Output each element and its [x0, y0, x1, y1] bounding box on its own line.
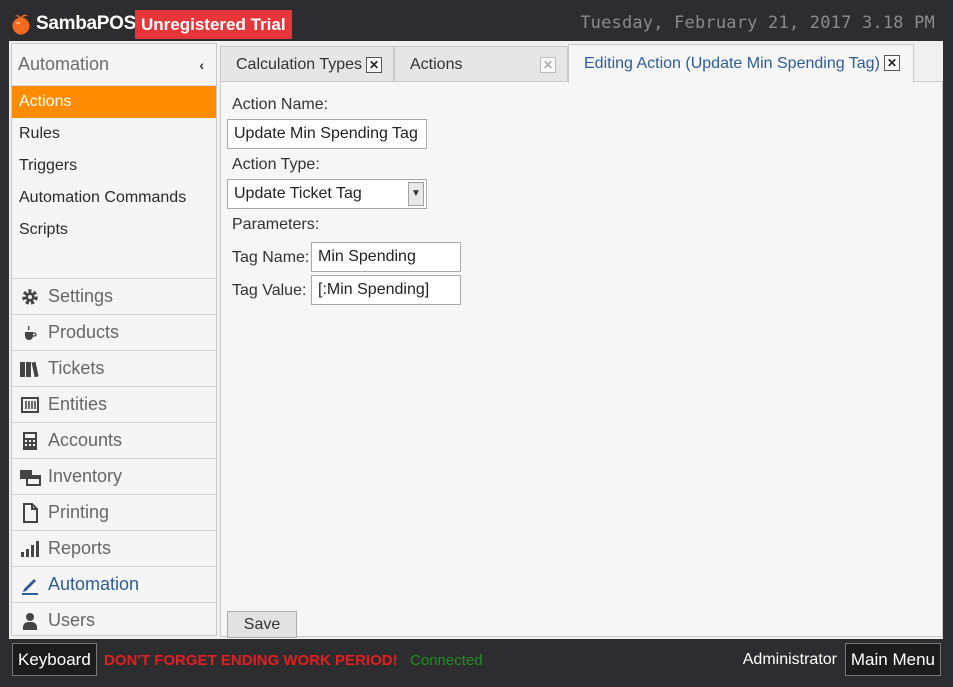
- connection-status: Connected: [410, 652, 483, 669]
- edit-action-panel: Action Name: Update Min Spending Tag Act…: [220, 81, 943, 638]
- grid-icon: [19, 394, 41, 416]
- nav-item-label: Printing: [48, 502, 110, 522]
- nav-item-settings[interactable]: Settings: [12, 278, 216, 314]
- close-icon[interactable]: ✕: [366, 57, 382, 73]
- current-user: Administrator: [742, 651, 837, 668]
- current-datetime: Tuesday, February 21, 2017 3.18 PM: [580, 13, 935, 33]
- nav-item-products[interactable]: Products: [12, 314, 216, 350]
- tag-name-input[interactable]: Min Spending: [311, 242, 461, 272]
- pencil-icon: [19, 574, 41, 596]
- nav-item-reports[interactable]: Reports: [12, 530, 216, 566]
- sidebar-section-header[interactable]: Automation ‹: [12, 44, 216, 86]
- main-menu-button[interactable]: Main Menu: [844, 643, 941, 676]
- nav-item-label: Automation: [48, 574, 140, 594]
- nav-item-label: Settings: [48, 286, 114, 306]
- work-period-warning: DON'T FORGET ENDING WORK PERIOD!: [104, 652, 398, 669]
- nav-item-label: Entities: [48, 394, 108, 414]
- nav-item-entities[interactable]: Entities: [12, 386, 216, 422]
- parameters-label: Parameters:: [232, 216, 320, 233]
- content-area: Calculation Types ✕ Actions ✕ Editing Ac…: [220, 41, 943, 639]
- nav-item-tickets[interactable]: Tickets: [12, 350, 216, 386]
- title-bar: SambaPOS Unregistered Trial Tuesday, Feb…: [0, 0, 953, 44]
- nav-item-label: Users: [48, 610, 96, 630]
- windows-icon: [19, 466, 41, 488]
- tab-strip: Calculation Types ✕ Actions ✕ Editing Ac…: [220, 44, 943, 83]
- tab-actions[interactable]: Actions ✕: [394, 46, 568, 82]
- action-type-value: Update Ticket Tag: [234, 185, 362, 202]
- sidebar: Automation ‹ Actions Rules Triggers Auto…: [11, 43, 217, 636]
- books-icon: [19, 358, 41, 380]
- tab-calculation-types[interactable]: Calculation Types ✕: [220, 46, 394, 82]
- user-icon: [19, 610, 41, 632]
- coffee-cup-icon: [19, 322, 41, 344]
- tab-label: Calculation Types: [236, 55, 362, 73]
- tab-label: Actions: [410, 55, 463, 73]
- action-type-select[interactable]: Update Ticket Tag ▼: [227, 179, 427, 209]
- action-name-label: Action Name:: [232, 96, 329, 113]
- nav-item-inventory[interactable]: Inventory: [12, 458, 216, 494]
- nav-item-printing[interactable]: Printing: [12, 494, 216, 530]
- chevron-left-icon[interactable]: ‹: [199, 57, 204, 73]
- sidebar-sub-list: Actions Rules Triggers Automation Comman…: [12, 86, 216, 278]
- sidebar-item-scripts[interactable]: Scripts: [12, 214, 216, 246]
- gear-icon: [19, 286, 41, 308]
- action-type-label: Action Type:: [232, 156, 320, 173]
- close-icon[interactable]: ✕: [884, 55, 900, 71]
- action-name-input[interactable]: Update Min Spending Tag: [227, 119, 427, 149]
- sidebar-item-automation-commands[interactable]: Automation Commands: [12, 182, 216, 214]
- keyboard-button[interactable]: Keyboard: [12, 643, 97, 676]
- save-button[interactable]: Save: [227, 611, 297, 638]
- document-icon: [19, 502, 41, 524]
- sidebar-item-actions[interactable]: Actions: [12, 86, 216, 118]
- main-frame: Automation ‹ Actions Rules Triggers Auto…: [9, 41, 943, 639]
- nav-item-accounts[interactable]: Accounts: [12, 422, 216, 458]
- trial-badge: Unregistered Trial: [135, 10, 292, 39]
- calculator-icon: [19, 430, 41, 452]
- nav-item-label: Reports: [48, 538, 112, 558]
- nav-item-users[interactable]: Users: [12, 602, 216, 638]
- tag-name-label: Tag Name:: [232, 249, 310, 266]
- orange-fruit-icon: [12, 14, 30, 35]
- brand-name: SambaPOS: [36, 13, 137, 34]
- tab-editing-action[interactable]: Editing Action (Update Min Spending Tag)…: [568, 44, 914, 83]
- nav-item-automation[interactable]: Automation: [12, 566, 216, 602]
- sidebar-section-title: Automation: [18, 54, 110, 74]
- chevron-down-icon[interactable]: ▼: [408, 182, 424, 206]
- nav-item-label: Inventory: [48, 466, 123, 486]
- tag-value-label: Tag Value:: [232, 282, 307, 299]
- nav-item-label: Tickets: [48, 358, 105, 378]
- close-icon[interactable]: ✕: [540, 57, 556, 73]
- sidebar-item-triggers[interactable]: Triggers: [12, 150, 216, 182]
- tag-value-input[interactable]: [:Min Spending]: [311, 275, 461, 305]
- tab-label: Editing Action (Update Min Spending Tag): [584, 55, 880, 72]
- nav-item-label: Products: [48, 322, 120, 342]
- nav-item-label: Accounts: [48, 430, 123, 450]
- app-logo: SambaPOS: [10, 10, 136, 38]
- bar-chart-icon: [19, 538, 41, 560]
- status-bar: Keyboard DON'T FORGET ENDING WORK PERIOD…: [0, 639, 953, 687]
- sidebar-item-rules[interactable]: Rules: [12, 118, 216, 150]
